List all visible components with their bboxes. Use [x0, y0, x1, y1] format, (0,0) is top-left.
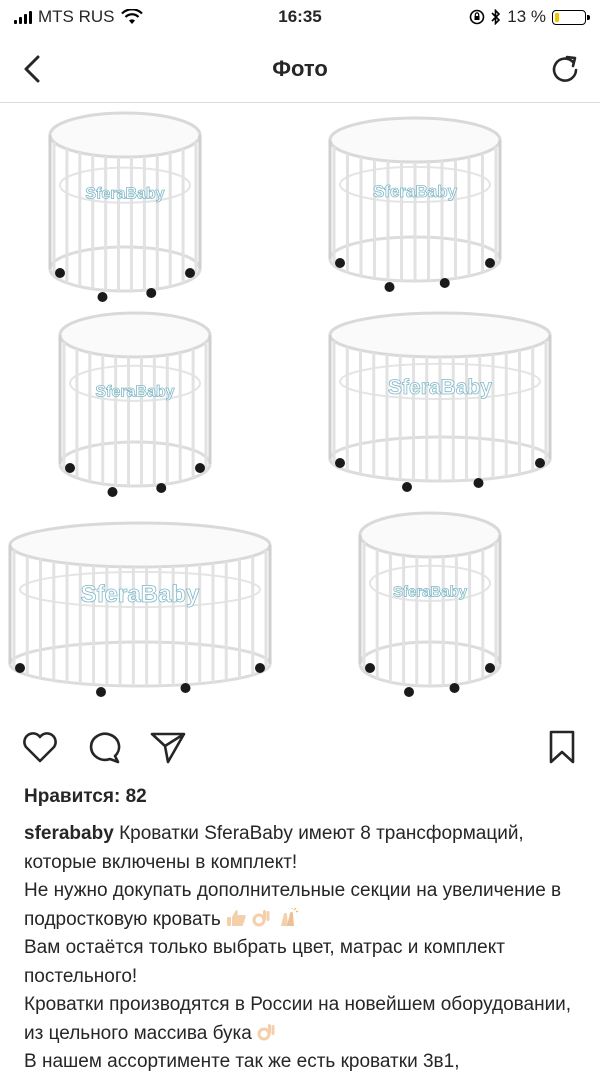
caption-line-5: В нашем ассортименте так же есть кроватк… [24, 1048, 580, 1077]
crib-wheel [449, 683, 460, 693]
crib-image: SferaBaby [328, 311, 552, 492]
post-caption: sferababy Кроватки SferaBaby имеют 8 тра… [24, 820, 580, 1077]
ok-hand-icon [252, 909, 270, 926]
battery-fill [555, 12, 559, 22]
clapping-hands-icon [280, 907, 298, 926]
crib-wheel [156, 483, 167, 493]
username-link[interactable]: sferababy [24, 823, 114, 844]
battery-icon [552, 9, 590, 25]
crib-wheel [365, 663, 375, 673]
crib-wheel [473, 478, 484, 488]
caption-line-4: Кроватки производятся в России на новейш… [24, 991, 580, 1048]
crib-wheel [195, 463, 205, 473]
crib-wheel [439, 278, 450, 288]
watermark-text: SferaBaby [373, 182, 458, 201]
caption-text-5: В нашем ассортименте так же есть кроватк… [24, 1051, 460, 1072]
refresh-icon[interactable] [548, 52, 582, 86]
watermark-text: SferaBaby [85, 186, 164, 203]
crib-wheel [485, 663, 495, 673]
bookmark-icon[interactable] [542, 727, 582, 767]
caption-line-2: Не нужно докупать дополнительные секции … [24, 877, 580, 934]
page-title: Фото [272, 56, 328, 81]
post-photo[interactable]: SferaBaby SferaBaby SferaBaby SferaBaby Sfer… [0, 103, 600, 715]
crib-wheel [535, 458, 545, 468]
watermark-text: SferaBaby [95, 383, 174, 400]
watermark-text: SferaBaby [393, 583, 468, 600]
crib-wheel [335, 258, 345, 268]
post-actions [0, 722, 600, 772]
crib-wheel [107, 487, 118, 497]
caption-text-3: Вам остаётся только выбрать цвет, матрас… [24, 937, 505, 987]
orientation-lock-icon [469, 9, 485, 25]
crib-image: SferaBaby [328, 116, 502, 292]
navigation-bar: Фото [0, 36, 600, 103]
crib-image: SferaBaby [58, 311, 212, 497]
crib-wheel [180, 683, 191, 693]
crib-wheel [146, 288, 157, 298]
crib-wheel [402, 482, 412, 492]
comment-icon[interactable] [84, 727, 124, 767]
crib-wheel [97, 292, 108, 302]
caption-text-4: Кроватки производятся в России на новейш… [24, 994, 572, 1044]
caption-line-1: sferababy Кроватки SferaBaby имеют 8 тра… [24, 820, 580, 877]
thumbs-up-icon [226, 909, 246, 926]
crib-image: SferaBaby [8, 521, 272, 697]
crib-wheel [96, 687, 106, 697]
paper-plane-icon[interactable] [148, 727, 188, 767]
likes-count[interactable]: Нравится: 82 [24, 786, 147, 808]
crib-image: SferaBaby [48, 111, 202, 302]
crib-wheel [384, 282, 395, 292]
watermark-text: SferaBaby [388, 376, 492, 399]
status-bar: MTS RUS 16:35 13 % [0, 0, 600, 36]
heart-icon[interactable] [20, 727, 60, 767]
bluetooth-icon [491, 9, 501, 25]
crib-wheel [55, 268, 65, 278]
crib-wheel [15, 663, 25, 673]
crib-wheel [335, 458, 345, 468]
crib-wheel [485, 258, 495, 268]
status-right: 13 % [469, 7, 590, 27]
crib-collage: SferaBaby SferaBaby SferaBaby SferaBaby Sfer… [8, 111, 552, 697]
battery-percent: 13 % [507, 7, 546, 26]
caption-line-3: Вам остаётся только выбрать цвет, матрас… [24, 934, 580, 991]
crib-image: SferaBaby [358, 511, 502, 697]
crib-wheel [185, 268, 195, 278]
crib-wheel [404, 687, 414, 697]
crib-wheel [255, 663, 265, 673]
crib-wheel [65, 463, 75, 473]
watermark-text: SferaBaby [81, 581, 200, 608]
ok-hand-icon [257, 1023, 275, 1040]
